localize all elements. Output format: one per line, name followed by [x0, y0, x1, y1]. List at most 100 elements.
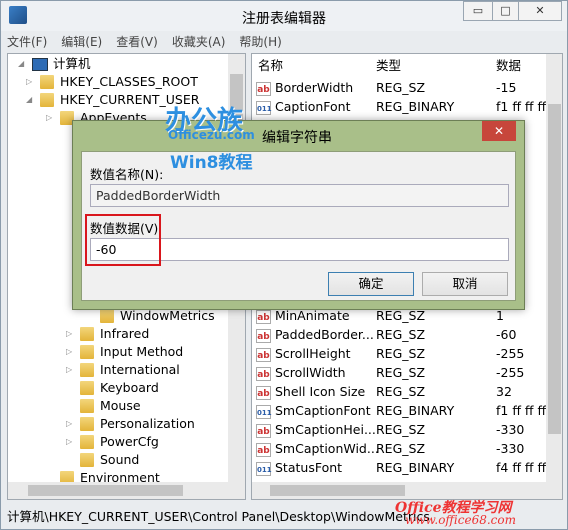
list-row[interactable]: ab PaddedBorder... REG_SZ -60 [256, 325, 546, 344]
string-value-icon: ab [256, 347, 271, 362]
value-name: SmCaptionHei... [275, 422, 376, 437]
list-row[interactable]: ab SmCaptionHei... REG_SZ -330 [256, 420, 546, 439]
value-name: PaddedBorder... [275, 327, 374, 342]
list-row[interactable]: ab ScrollHeight REG_SZ -255 [256, 344, 546, 363]
tree-item-label: Personalization [100, 416, 195, 431]
value-data: 32 [496, 384, 512, 399]
value-name: BorderWidth [275, 80, 354, 95]
column-header-data[interactable]: 数据 [496, 54, 521, 78]
folder-icon [80, 327, 94, 341]
string-value-icon: ab [256, 385, 271, 400]
value-type: REG_BINARY [376, 99, 455, 114]
value-name: CaptionFont [275, 99, 351, 114]
dialog-title: 编辑字符串 [262, 130, 332, 146]
value-type: REG_SZ [376, 327, 426, 342]
folder-icon [80, 453, 94, 467]
tree-item[interactable]: ▷ Personalization [66, 415, 195, 433]
list-row[interactable]: ab BorderWidth REG_SZ -15 [256, 78, 546, 97]
binary-value-icon: 011 [256, 100, 272, 115]
value-data: -255 [496, 346, 525, 361]
tree-horizontal-scrollbar[interactable] [8, 482, 245, 499]
value-name: ScrollHeight [275, 346, 351, 361]
expander-icon[interactable]: ◢ [26, 91, 36, 109]
binary-value-icon: 011 [256, 461, 272, 476]
tree-item-label: Input Method [100, 344, 184, 359]
menu-view[interactable]: 查看(V) [116, 33, 158, 51]
column-header-type[interactable]: 类型 [376, 54, 401, 78]
expander-icon[interactable]: ▷ [66, 361, 76, 379]
tree-item[interactable]: Keyboard [66, 379, 159, 397]
string-value-icon: ab [256, 81, 271, 96]
list-row[interactable]: 011 CaptionFont REG_BINARY f1 ff ff ff [256, 97, 546, 116]
expander-icon[interactable]: ▷ [66, 415, 76, 433]
value-name: MinAnimate [275, 308, 350, 323]
menu-edit[interactable]: 编辑(E) [61, 33, 102, 51]
watermark-tag: Win8教程 [170, 153, 253, 173]
list-row[interactable]: ab Shell Icon Size REG_SZ 32 [256, 382, 546, 401]
value-type: REG_SZ [376, 80, 426, 95]
tree-item[interactable]: ▷ International [66, 361, 180, 379]
menu-favorites[interactable]: 收藏夹(A) [172, 33, 226, 51]
expander-icon[interactable]: ▷ [66, 343, 76, 361]
computer-icon [32, 57, 48, 71]
value-data: f4 ff ff ff [496, 460, 547, 475]
tree-item[interactable]: ▷ PowerCfg [66, 433, 159, 451]
value-type: REG_SZ [376, 365, 426, 380]
watermark-corner-url: www.office68.com [405, 513, 516, 527]
tree-item[interactable]: ▷ HKEY_CLASSES_ROOT [26, 73, 198, 91]
column-header-name[interactable]: 名称 [258, 54, 283, 78]
value-type: REG_BINARY [376, 460, 455, 475]
list-row[interactable]: 011 StatusFont REG_BINARY f4 ff ff ff [256, 458, 546, 477]
binary-value-icon: 011 [256, 404, 272, 419]
dialog-close-button[interactable]: ✕ [482, 121, 516, 141]
menu-help[interactable]: 帮助(H) [239, 33, 281, 51]
string-value-icon: ab [256, 328, 271, 343]
value-type: REG_BINARY [376, 403, 455, 418]
list-row[interactable]: ab ScrollWidth REG_SZ -255 [256, 363, 546, 382]
folder-icon [100, 309, 114, 323]
tree-item[interactable]: Sound [66, 451, 139, 469]
expander-icon[interactable]: ▷ [46, 109, 56, 127]
expander-icon[interactable]: ▷ [66, 325, 76, 343]
folder-icon [80, 363, 94, 377]
folder-icon [80, 381, 94, 395]
tree-item-label: PowerCfg [100, 434, 159, 449]
close-button[interactable]: ✕ [518, 1, 562, 21]
status-bar-path: 计算机\HKEY_CURRENT_USER\Control Panel\Desk… [7, 509, 430, 524]
folder-icon [80, 345, 94, 359]
value-type: REG_SZ [376, 422, 426, 437]
value-name: Shell Icon Size [275, 384, 366, 399]
folder-icon [80, 417, 94, 431]
maximize-button[interactable]: □ [492, 1, 519, 21]
edit-string-dialog: 编辑字符串 ✕ 数值名称(N): PaddedBorderWidth 数值数据(… [72, 120, 525, 310]
value-data: -60 [496, 327, 517, 342]
list-row[interactable]: ab SmCaptionWid... REG_SZ -330 [256, 439, 546, 458]
string-value-icon: ab [256, 366, 271, 381]
tree-item[interactable]: ▷ Infrared [66, 325, 149, 343]
minimize-button[interactable]: ▭ [463, 1, 493, 21]
folder-icon [40, 75, 54, 89]
tree-item-computer[interactable]: ◢ 计算机 [18, 55, 91, 73]
folder-icon [80, 399, 94, 413]
tree-item[interactable]: ▷ Input Method [66, 343, 183, 361]
tree-item-label: HKEY_CLASSES_ROOT [60, 74, 198, 89]
string-value-icon: ab [256, 423, 271, 438]
string-value-icon: ab [256, 309, 271, 324]
value-data: f1 ff ff ff [496, 403, 547, 418]
cancel-button[interactable]: 取消 [422, 272, 508, 296]
folder-icon [80, 435, 94, 449]
expander-icon[interactable]: ▷ [66, 433, 76, 451]
ok-button[interactable]: 确定 [328, 272, 414, 296]
expander-icon[interactable]: ▷ [26, 73, 36, 91]
value-name: SmCaptionFont [275, 403, 371, 418]
string-value-icon: ab [256, 442, 271, 457]
tree-item[interactable]: Mouse [66, 397, 141, 415]
menu-file[interactable]: 文件(F) [7, 33, 47, 51]
value-data: -15 [496, 80, 517, 95]
value-name: SmCaptionWid... [275, 441, 379, 456]
tree-item-label: International [100, 362, 180, 377]
values-vertical-scrollbar[interactable] [546, 54, 562, 482]
tree-item-label: Mouse [100, 398, 141, 413]
value-name-label: 数值名称(N): [90, 167, 164, 182]
list-row[interactable]: 011 SmCaptionFont REG_BINARY f1 ff ff ff [256, 401, 546, 420]
